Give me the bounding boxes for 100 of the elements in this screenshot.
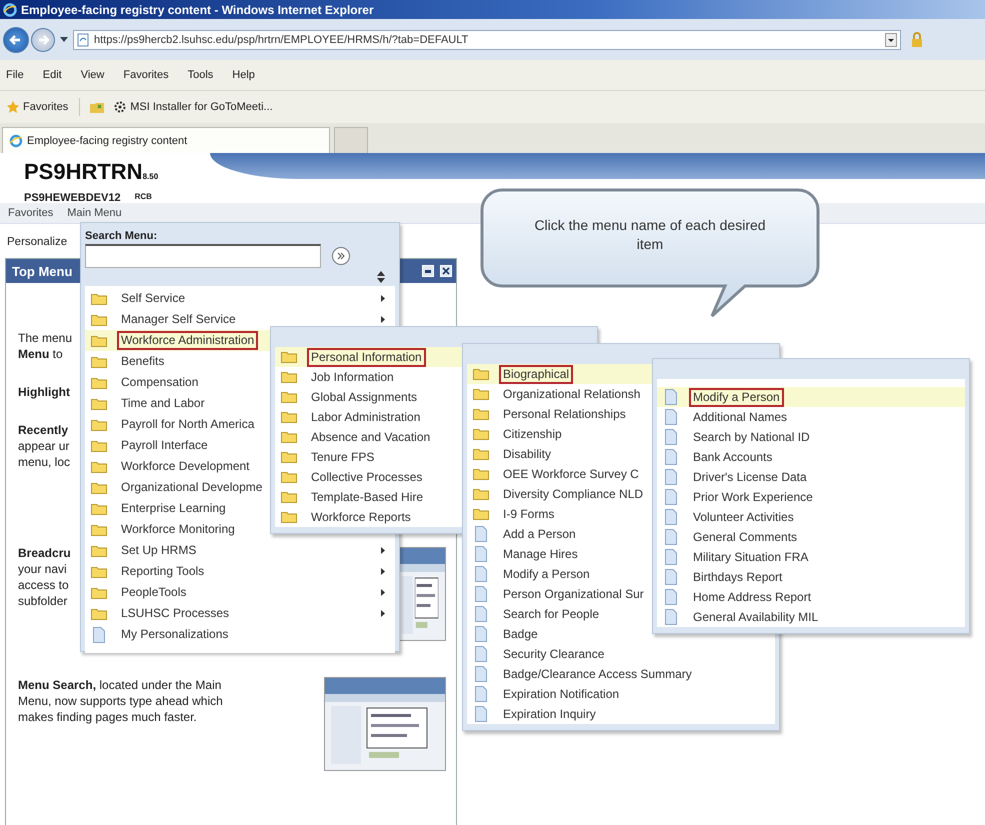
personalize-link[interactable]: Personalize [7, 236, 68, 248]
folder-icon [281, 431, 297, 443]
page-icon [475, 566, 487, 582]
menu-bar-item[interactable]: View [80, 69, 104, 81]
callout-text: Click the menu name of each desired item [533, 216, 767, 254]
menu-item[interactable]: PeopleTools [85, 582, 395, 603]
menu-bar-item[interactable]: File [6, 69, 24, 81]
page-icon [93, 626, 105, 642]
version-label: 8.50 [142, 172, 158, 181]
pagelet-text: menu, loc [18, 454, 70, 470]
menu-bar-item[interactable]: Edit [42, 69, 62, 81]
folder-icon [473, 448, 489, 460]
menu-item[interactable]: Set Up HRMS [85, 540, 395, 561]
menu-item[interactable]: Self Service [85, 288, 395, 309]
folder-icon [281, 411, 297, 423]
menu-item[interactable]: Expiration Notification [467, 684, 775, 704]
pagelet-text: Breadcru [18, 545, 71, 561]
menu-bar-item[interactable]: Tools [188, 69, 214, 81]
menu-item[interactable]: General Availability MIL [657, 607, 965, 627]
menu-item[interactable]: Additional Names [657, 407, 965, 427]
window-title: Employee-facing registry content - Windows Internet Explorer [21, 2, 374, 16]
menu-item[interactable]: Birthdays Report [657, 567, 965, 587]
menu-bar-item[interactable]: Help [232, 69, 255, 81]
page-icon [665, 429, 677, 445]
page-icon [475, 546, 487, 562]
back-button[interactable] [3, 26, 29, 52]
page-icon [665, 469, 677, 485]
menu-item[interactable]: Badge [467, 624, 775, 644]
menu-item[interactable]: Search by National ID [657, 427, 965, 447]
folder-icon [91, 314, 107, 326]
page-icon [665, 549, 677, 565]
pagelet-text: subfolder [18, 593, 68, 609]
menu-bar-item[interactable]: Favorites [123, 69, 169, 81]
menu-item[interactable]: Manager Self Service [85, 309, 395, 330]
page-icon [665, 449, 677, 465]
page-icon [475, 686, 487, 702]
browser-logo-icon [9, 134, 23, 148]
address-field[interactable]: https://ps9hercb2.lsuhsc.edu/psp/hrtrn/EMPLOYEE/HRMS/h/?tab=DEFAULT [73, 30, 901, 50]
folder-icon [91, 544, 107, 556]
search-menu-label: Search Menu: [85, 230, 158, 242]
folder-icon [473, 508, 489, 520]
folder-icon [473, 408, 489, 420]
folder-icon [91, 334, 107, 346]
gear-icon [113, 100, 128, 114]
page-icon [475, 706, 487, 722]
folder-icon [91, 524, 107, 536]
add-favorite-icon[interactable] [89, 100, 106, 114]
star-icon [6, 100, 20, 114]
page-icon [665, 489, 677, 505]
menu-item[interactable]: General Comments [657, 527, 965, 547]
folder-icon [281, 471, 297, 483]
menu-item[interactable]: My Personalizations [85, 624, 395, 645]
dropdown-icon[interactable] [885, 32, 897, 46]
menu-item[interactable]: Driver's License Data [657, 467, 965, 487]
browser-logo-icon [3, 2, 17, 16]
folder-icon [91, 292, 107, 304]
menu-item[interactable]: Home Address Report [657, 587, 965, 607]
folder-icon [473, 488, 489, 500]
dropdown-icon[interactable] [60, 36, 68, 42]
menu-item[interactable]: Reporting Tools [85, 561, 395, 582]
menu-item[interactable]: Prior Work Experience [657, 487, 965, 507]
search-field[interactable] [85, 244, 321, 268]
menu-item[interactable]: Military Situation FRA [657, 547, 965, 567]
page-icon [475, 586, 487, 602]
forward-button[interactable] [31, 28, 55, 52]
folder-icon [91, 586, 107, 598]
menu-item[interactable]: Security Clearance [467, 644, 775, 664]
folder-icon [473, 468, 489, 480]
folder-icon [91, 440, 107, 452]
favorites-button[interactable]: Favorites [4, 98, 70, 116]
folder-icon [281, 371, 297, 383]
page-icon [665, 529, 677, 545]
menu-item[interactable]: LSUHSC Processes [85, 603, 395, 624]
page-icon [665, 409, 677, 425]
menu-item[interactable]: Bank Accounts [657, 447, 965, 467]
page-icon [475, 646, 487, 662]
navigation-link[interactable]: Favorites [8, 207, 54, 219]
favorite-link[interactable]: MSI Installer for GoToMeeti... [111, 98, 275, 116]
search-go-button[interactable] [331, 246, 351, 266]
folder-icon [281, 391, 297, 403]
minimize-icon[interactable] [422, 265, 434, 277]
menu-item[interactable]: Modify a Person [657, 387, 965, 407]
page-icon [475, 606, 487, 622]
pagelet-text: appear ur [18, 438, 70, 454]
page-icon [665, 589, 677, 605]
sort-icon[interactable] [377, 271, 385, 283]
folder-icon [281, 451, 297, 463]
folder-icon [91, 608, 107, 620]
server-name: PS9HEWEBDEV12 [24, 192, 121, 204]
page-icon [665, 389, 677, 405]
folder-icon [91, 376, 107, 388]
menu-item[interactable]: Badge/Clearance Access Summary [467, 664, 775, 684]
page-icon [475, 666, 487, 682]
pagelet-text: access to [18, 577, 70, 593]
browser-tab[interactable]: Employee-facing registry content [2, 127, 330, 153]
close-icon[interactable] [440, 265, 452, 277]
menu-item[interactable]: Expiration Inquiry [467, 704, 775, 724]
menu-item[interactable]: Volunteer Activities [657, 507, 965, 527]
folder-icon [281, 511, 297, 523]
navigation-link[interactable]: Main Menu [67, 207, 122, 219]
